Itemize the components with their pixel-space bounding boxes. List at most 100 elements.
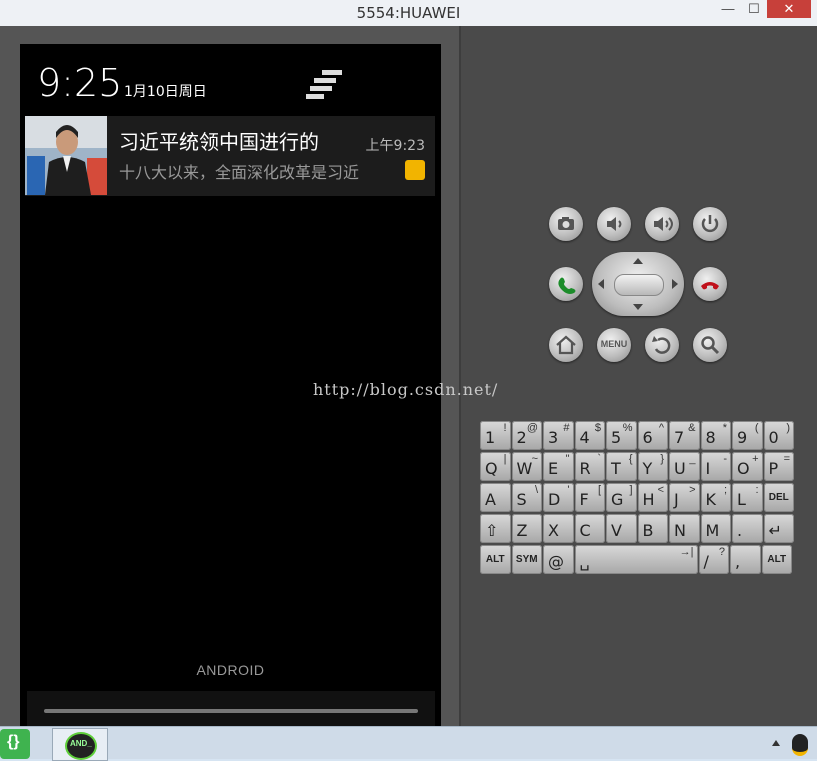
key-u[interactable]: U _ (669, 452, 700, 481)
key-k[interactable]: K; (700, 483, 731, 512)
back-button[interactable] (645, 328, 679, 362)
home-button[interactable] (549, 328, 583, 362)
quick-settings-icon[interactable] (304, 68, 346, 100)
key-7[interactable]: 7 & (669, 421, 700, 450)
key-⇧[interactable]: ⇧ (480, 514, 511, 543)
key-/[interactable]: /? (698, 545, 729, 574)
close-button[interactable]: ✕ (767, 0, 811, 18)
key-label: K (705, 490, 717, 509)
key-j[interactable]: J > (669, 483, 700, 512)
window-title: 5554:HUAWEI (356, 4, 461, 22)
hardware-keyboard: 1! 2 @3 #4 $5% 6 ^ 7 & 8 * 9(0) Q | W ~ E " R ` T{Y} U _ I - O + P =… (480, 421, 796, 577)
key-6[interactable]: 6 ^ (637, 421, 668, 450)
key-alt-label: ^ (658, 422, 664, 434)
key-3[interactable]: 3 # (543, 421, 574, 450)
key-alt[interactable]: ALT (480, 545, 511, 574)
key-label: 2 (516, 428, 527, 447)
emulator-frame: 9:25 1月10日周日 习近平统领中国进行的 上午9:23 十八大以来，全面深… (0, 26, 817, 738)
key-alt-label: - (723, 453, 727, 465)
key-alt-label: @ (526, 422, 538, 434)
key-,[interactable]: , (730, 545, 761, 574)
maximize-button[interactable]: ☐ (741, 0, 767, 18)
key-o[interactable]: O + (732, 452, 763, 481)
key-alt-label: ! (503, 422, 507, 434)
window-controls: — ☐ ✕ (715, 0, 811, 22)
key-t[interactable]: T{ (606, 452, 637, 481)
key-alt-label: " (565, 453, 570, 465)
volume-up-button[interactable] (645, 207, 679, 241)
menu-button[interactable]: MENU (597, 328, 631, 362)
key-label: , (735, 552, 741, 571)
key-p[interactable]: P = (763, 452, 794, 481)
key-2[interactable]: 2 @ (511, 421, 542, 450)
key-label: . (737, 521, 743, 540)
key-r[interactable]: R ` (574, 452, 605, 481)
key-y[interactable]: Y} (637, 452, 668, 481)
qq-icon[interactable] (792, 734, 808, 756)
key-d[interactable]: D ' (543, 483, 574, 512)
key-del[interactable]: DEL (763, 483, 794, 512)
key-alt-label: = (783, 453, 790, 465)
key-↵[interactable]: ↵ (763, 514, 794, 543)
key-alt-label: →| (679, 546, 694, 558)
dpad-center-button[interactable] (614, 274, 664, 296)
key-space[interactable]: ␣ →| (574, 545, 698, 574)
key-@[interactable]: @ (543, 545, 574, 574)
volume-down-button[interactable] (597, 207, 631, 241)
key-label: O (737, 459, 750, 478)
key-m[interactable]: M (700, 514, 731, 543)
key-e[interactable]: E " (543, 452, 574, 481)
key-1[interactable]: 1! (480, 421, 511, 450)
call-button[interactable] (549, 267, 583, 301)
key-x[interactable]: X (543, 514, 574, 543)
camera-button[interactable] (549, 207, 583, 241)
key-.[interactable]: . (732, 514, 763, 543)
key-4[interactable]: 4 $ (574, 421, 605, 450)
search-icon (701, 336, 720, 355)
camera-icon (558, 217, 574, 230)
key-v[interactable]: V (606, 514, 637, 543)
taskbar-app-button[interactable]: {} (0, 729, 30, 759)
key-8[interactable]: 8 * (700, 421, 731, 450)
key-9[interactable]: 9( (732, 421, 763, 450)
key-c[interactable]: C (574, 514, 605, 543)
key-alt[interactable]: ALT (761, 545, 792, 574)
emulator-label: AND_ (70, 739, 92, 748)
key-0[interactable]: 0) (763, 421, 794, 450)
key-a[interactable]: A (480, 483, 511, 512)
key-sym[interactable]: SYM (511, 545, 542, 574)
end-call-button[interactable] (693, 267, 727, 301)
key-b[interactable]: B (637, 514, 668, 543)
key-s[interactable]: S \ (511, 483, 542, 512)
key-label: S (516, 490, 527, 509)
call-icon (558, 277, 576, 294)
tray-expand-icon[interactable] (772, 740, 780, 746)
key-label: SYM (515, 554, 538, 565)
key-alt-label: ) (786, 422, 790, 434)
notification-item[interactable]: 习近平统领中国进行的 上午9:23 十八大以来，全面深化改革是习近 (25, 116, 435, 196)
key-label: P (768, 459, 779, 478)
key-5[interactable]: 5% (606, 421, 637, 450)
search-button[interactable] (693, 328, 727, 362)
key-w[interactable]: W ~ (511, 452, 542, 481)
taskbar-emulator-button[interactable]: AND_ (52, 728, 108, 761)
watermark-text: http://blog.csdn.net/ (313, 380, 499, 399)
key-label: @ (548, 552, 564, 571)
end-call-icon (701, 282, 719, 290)
key-g[interactable]: G] (606, 483, 637, 512)
key-h[interactable]: H < (637, 483, 668, 512)
minimize-button[interactable]: — (715, 0, 741, 18)
notification-drawer-handle[interactable] (27, 691, 435, 731)
key-f[interactable]: F[ (574, 483, 605, 512)
power-button[interactable] (693, 207, 727, 241)
screen-pane: 9:25 1月10日周日 习近平统领中国进行的 上午9:23 十八大以来，全面深… (0, 26, 459, 738)
dpad[interactable] (592, 252, 684, 316)
key-label: I (705, 459, 711, 478)
key-q[interactable]: Q | (480, 452, 511, 481)
key-i[interactable]: I- (700, 452, 731, 481)
key-z[interactable]: Z (511, 514, 542, 543)
key-n[interactable]: N (669, 514, 700, 543)
key-l[interactable]: L: (732, 483, 763, 512)
key-alt-label: & (688, 422, 696, 434)
carrier-label: ANDROID (196, 662, 265, 678)
